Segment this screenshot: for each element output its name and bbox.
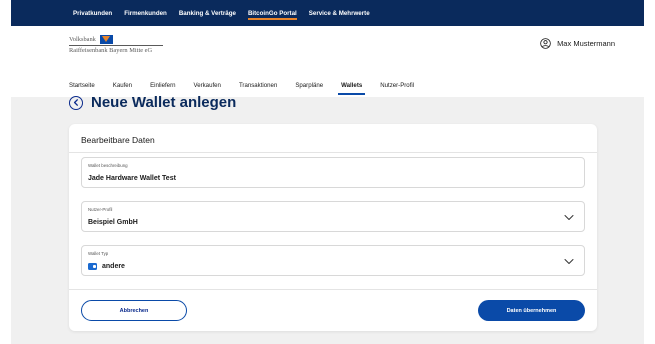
- chevron-down-icon: [564, 215, 574, 220]
- chevron-down-icon: [564, 259, 574, 264]
- logo-mark-icon: [99, 35, 113, 44]
- submit-button[interactable]: Daten übernehmen: [478, 300, 585, 321]
- logo-line1: Volksbank: [69, 35, 179, 44]
- wallet-description-value: Jade Hardware Wallet Test: [88, 175, 176, 182]
- logo-divider: [69, 45, 163, 46]
- wallet-typ-value: andere: [102, 263, 125, 270]
- wallet-typ-select[interactable]: Wallet Typ andere: [81, 245, 585, 276]
- cancel-button[interactable]: Abbrechen: [81, 300, 187, 321]
- user-name: Max Mustermann: [557, 39, 615, 48]
- wallet-form-card: Bearbeitbare Daten Wallet beschreibung J…: [69, 124, 597, 331]
- wallet-typ-value-row: andere: [88, 263, 125, 270]
- top-navigation: Privatkunden Firmenkunden Banking & Vert…: [11, 0, 644, 26]
- back-button[interactable]: [69, 95, 83, 110]
- wallet-icon: [88, 263, 97, 270]
- page-headline: Neue Wallet anlegen: [69, 94, 236, 111]
- topnav-item-bitcoingo-portal[interactable]: BitcoinGo Portal: [244, 0, 301, 26]
- site-header: Volksbank Raiffeisenbank Bayern Mitte eG…: [11, 26, 644, 97]
- nutzer-profil-select[interactable]: Nutzer-Profil Beispiel GmbH: [81, 201, 585, 232]
- subnav-item-nutzer-profil[interactable]: Nutzer-Profil: [380, 73, 414, 97]
- subnav-item-wallets[interactable]: Wallets: [338, 73, 366, 97]
- card-title: Bearbeitbare Daten: [81, 135, 155, 145]
- nutzer-profil-label: Nutzer-Profil: [88, 207, 113, 212]
- user-circle-icon: [540, 38, 551, 49]
- subnav-item-sparplaene[interactable]: Sparpläne: [295, 73, 323, 97]
- app-frame: Privatkunden Firmenkunden Banking & Vert…: [11, 0, 644, 344]
- user-menu[interactable]: Max Mustermann: [540, 38, 615, 49]
- bank-logo[interactable]: Volksbank Raiffeisenbank Bayern Mitte eG: [69, 35, 179, 54]
- logo-text-volksbank: Volksbank: [69, 36, 96, 43]
- topnav-item-privatkunden[interactable]: Privatkunden: [69, 0, 116, 26]
- page-title: Neue Wallet anlegen: [91, 94, 237, 111]
- chevron-left-icon: [73, 99, 78, 106]
- logo-text-raiffeisenbank: Raiffeisenbank Bayern Mitte eG: [69, 47, 153, 54]
- nutzer-profil-value: Beispiel GmbH: [88, 219, 138, 226]
- wallet-typ-label: Wallet Typ: [88, 251, 109, 256]
- topnav-item-firmenkunden[interactable]: Firmenkunden: [120, 0, 171, 26]
- topnav-item-service[interactable]: Service & Mehrwerte: [305, 0, 374, 26]
- wallet-description-field[interactable]: Wallet beschreibung Jade Hardware Wallet…: [81, 157, 585, 188]
- topnav-item-banking[interactable]: Banking & Verträge: [175, 0, 240, 26]
- wallet-description-label: Wallet beschreibung: [88, 163, 128, 168]
- subnav-item-transaktionen[interactable]: Transaktionen: [239, 73, 277, 97]
- card-divider-bottom: [69, 289, 597, 290]
- card-divider-top: [69, 152, 597, 153]
